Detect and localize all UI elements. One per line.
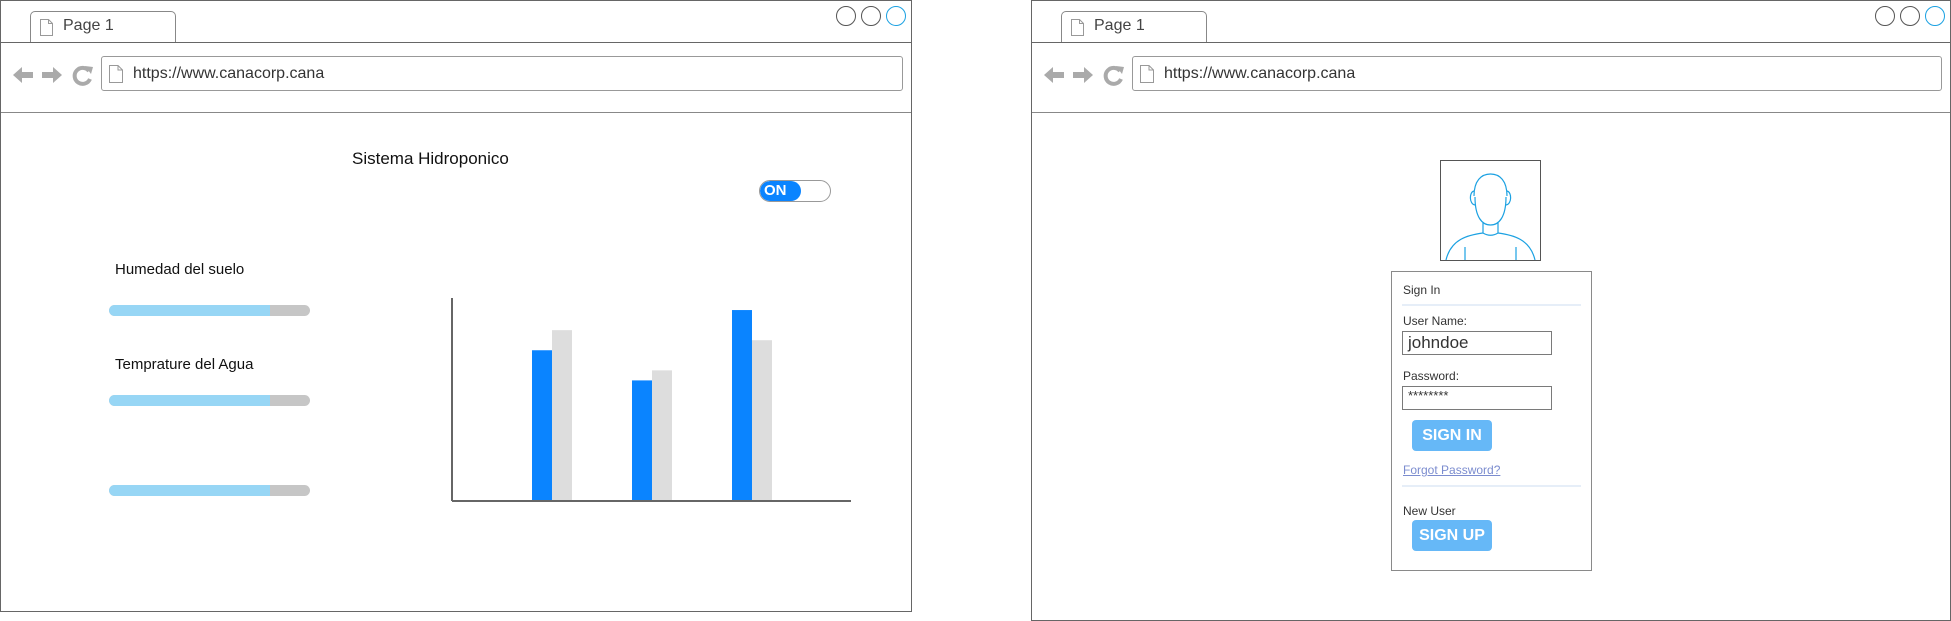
soil-humidity-label: Humedad del suelo	[115, 261, 245, 278]
tab-label: Page 1	[63, 17, 114, 34]
progress-fill	[109, 395, 270, 406]
password-label: Password:	[1403, 369, 1460, 383]
page-icon	[40, 19, 53, 36]
progress-fill	[109, 485, 270, 496]
new-user-label: New User	[1403, 504, 1456, 518]
tab-strip: Page 1	[1, 1, 911, 43]
username-input[interactable]: johndoe	[1402, 331, 1552, 355]
power-toggle[interactable]: ON	[759, 180, 831, 202]
progress-fill	[109, 305, 270, 316]
back-arrow-icon[interactable]	[1042, 63, 1066, 87]
reload-icon[interactable]	[71, 63, 95, 87]
close-window-icon[interactable]	[886, 6, 906, 26]
bar-2-1	[552, 330, 572, 501]
maximize-window-icon[interactable]	[1900, 6, 1920, 26]
navigation-bar: https://www.canacorp.cana	[1, 42, 911, 113]
url-text: https://www.canacorp.cana	[133, 65, 325, 82]
page-icon	[1140, 65, 1154, 83]
bar-1-1	[532, 350, 552, 501]
page-icon	[1071, 19, 1084, 36]
browser-tab[interactable]: Page 1	[30, 11, 176, 42]
third-progress-bar	[109, 485, 310, 496]
bar-1-2	[632, 380, 652, 501]
back-arrow-icon[interactable]	[11, 63, 35, 87]
sign-in-heading: Sign In	[1403, 283, 1441, 297]
minimize-window-icon[interactable]	[1875, 6, 1895, 26]
navigation-bar: https://www.canacorp.cana	[1032, 42, 1950, 113]
forgot-password-link[interactable]: Forgot Password?	[1403, 463, 1500, 477]
close-window-icon[interactable]	[1925, 6, 1945, 26]
browser-tab[interactable]: Page 1	[1061, 11, 1207, 42]
maximize-window-icon[interactable]	[861, 6, 881, 26]
toggle-label: ON	[764, 182, 787, 199]
soil-humidity-bar	[109, 305, 310, 316]
water-temp-bar	[109, 395, 310, 406]
divider	[1402, 485, 1581, 487]
address-bar[interactable]: https://www.canacorp.cana	[1132, 56, 1942, 91]
page-icon	[109, 65, 123, 83]
water-temp-label: Temprature del Agua	[115, 356, 254, 373]
username-label: User Name:	[1403, 314, 1468, 328]
forward-arrow-icon[interactable]	[1071, 63, 1095, 87]
password-input[interactable]: ********	[1402, 386, 1552, 410]
bar-1-3	[732, 310, 752, 501]
tab-strip: Page 1	[1032, 1, 1950, 43]
address-bar[interactable]: https://www.canacorp.cana	[101, 56, 903, 91]
url-text: https://www.canacorp.cana	[1164, 65, 1356, 82]
sign-up-button[interactable]: SIGN UP	[1412, 520, 1492, 551]
avatar	[1440, 160, 1541, 261]
divider	[1402, 304, 1581, 306]
bar-chart	[451, 298, 851, 502]
bar-2-3	[752, 340, 772, 501]
minimize-window-icon[interactable]	[836, 6, 856, 26]
page-title: Sistema Hidroponico	[352, 149, 509, 168]
bar-2-2	[652, 370, 672, 501]
forward-arrow-icon[interactable]	[40, 63, 64, 87]
tab-label: Page 1	[1094, 17, 1145, 34]
reload-icon[interactable]	[1102, 63, 1126, 87]
login-form: Sign In User Name: johndoe Password: ***…	[1391, 271, 1592, 571]
user-avatar-icon	[1445, 173, 1536, 261]
sign-in-button[interactable]: SIGN IN	[1412, 420, 1492, 451]
